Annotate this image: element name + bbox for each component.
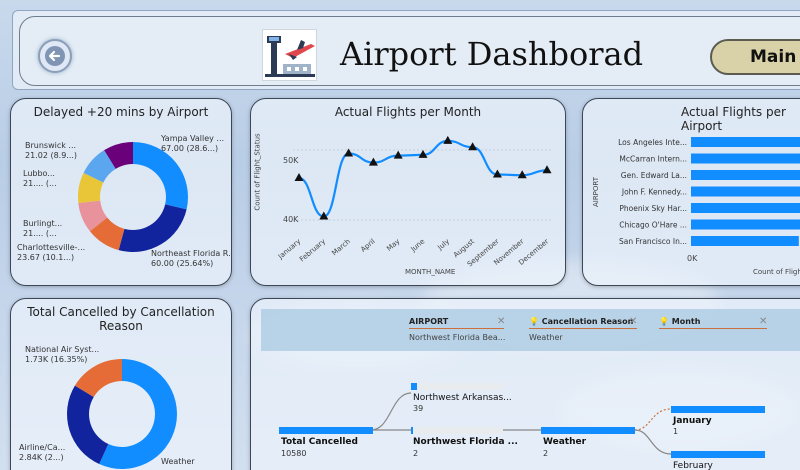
tree-node-value: 10580: [281, 449, 307, 458]
y-tick-label: Phoenix Sky Har...: [619, 204, 687, 213]
delayed-by-airport-card: Delayed +20 mins by Airport Brunswick ..…: [10, 98, 232, 286]
donut-label: Charlottesville-... 23.67 (10.1...): [17, 243, 86, 262]
tree-node-label: Total Cancelled: [281, 437, 358, 447]
tree-node-value: 39: [413, 404, 424, 413]
x-tick-label: April: [359, 237, 376, 253]
flights-per-month-line-chart[interactable]: JanuaryFebruary March April May June July Augu…: [251, 99, 566, 286]
donut-label: Yampa Valley ... 67.00 (28.6...): [161, 134, 225, 153]
tree-node-label: February: [673, 461, 713, 470]
back-arrow-icon: [45, 46, 65, 66]
x-tick-label: February: [298, 237, 327, 263]
tree-node-weather[interactable]: [541, 427, 635, 434]
y-axis-title: Count of Flight_Status: [253, 133, 262, 211]
tree-node-total-cancelled[interactable]: [279, 427, 373, 434]
data-point[interactable]: [443, 135, 453, 144]
y-tick-label: John F. Kennedy...: [621, 188, 687, 197]
y-tick-label: Chicago O'Hare ...: [619, 221, 687, 230]
bar[interactable]: [691, 170, 800, 180]
tree-node-january[interactable]: [671, 406, 765, 413]
y-tick-label: Los Angeles Inte...: [618, 138, 687, 147]
y-tick-label: Gen. Edward La...: [621, 171, 687, 180]
header-bar: Airport Dashborad Main: [12, 10, 800, 90]
tree-node-value: 2: [413, 449, 419, 458]
tree-node-value: 1: [673, 427, 679, 436]
donut-slice[interactable]: [67, 385, 109, 465]
donut-label: Brunswick ... 21.02 (8.9...): [25, 141, 78, 160]
x-tick-label: March: [330, 237, 351, 257]
back-button[interactable]: [38, 39, 72, 73]
x-axis-title: Count of Flight_Status: [753, 268, 800, 276]
flights-per-month-card: Actual Flights per Month January February…: [250, 98, 566, 286]
tree-node-label: January: [673, 416, 712, 426]
tree-node-label: Northwest Florida ...: [413, 437, 518, 447]
x-tick: 0K: [687, 254, 698, 263]
data-point[interactable]: [542, 165, 552, 174]
cancelled-by-reason-card: Total Cancelled by Cancellation Reason N…: [10, 298, 232, 470]
data-point[interactable]: [294, 173, 304, 181]
airport-plane-icon: [262, 29, 317, 81]
y-tick: 40K: [283, 215, 299, 224]
main-button[interactable]: Main: [710, 39, 800, 75]
bar[interactable]: [691, 137, 800, 147]
bar[interactable]: [691, 203, 800, 213]
tree-node-label: Weather: [543, 437, 587, 447]
donut-label: National Air Syst... 1.73K (16.35%): [25, 345, 100, 364]
y-tick: 50K: [283, 156, 299, 165]
x-tick-label: June: [409, 237, 427, 254]
tree-node-bar[interactable]: [411, 383, 503, 390]
header-frame: Airport Dashborad Main: [19, 16, 800, 86]
decomposition-tree-card: AIRPORT ✕ Northwest Florida Bea... 💡 Can…: [250, 298, 800, 470]
tree-node-value: 2: [543, 449, 549, 458]
donut-label: Burlingt... 21.... (...: [23, 219, 63, 238]
bar[interactable]: [691, 219, 800, 230]
donut-label: Lubbo... 21.... (...: [23, 169, 57, 188]
tree-node-label: Northwest Arkansas...: [413, 393, 512, 403]
y-tick-label: San Francisco In...: [619, 237, 687, 246]
tree-node-february[interactable]: [671, 451, 765, 458]
donut-slice[interactable]: [118, 204, 187, 252]
bar[interactable]: [691, 236, 799, 246]
flights-per-airport-card: Actual Flights per Airport Los Angeles I…: [582, 98, 800, 286]
x-tick-label: July: [436, 237, 452, 252]
y-tick-label: McCarran Intern...: [619, 155, 687, 164]
donut-label: Northeast Florida R... 60.00 (25.64%): [151, 249, 232, 268]
x-axis-title: MONTH_NAME: [405, 268, 456, 276]
y-axis-title: AIRPORT: [592, 176, 601, 208]
tree-node-bar[interactable]: [411, 427, 503, 434]
x-tick-label: May: [385, 237, 401, 252]
page-title: Airport Dashborad: [340, 35, 644, 73]
donut-label: Weather: [161, 457, 195, 466]
bar[interactable]: [691, 153, 800, 164]
donut-label: Airline/Ca... 2.84K (2...): [19, 443, 66, 462]
bar[interactable]: [691, 186, 800, 197]
